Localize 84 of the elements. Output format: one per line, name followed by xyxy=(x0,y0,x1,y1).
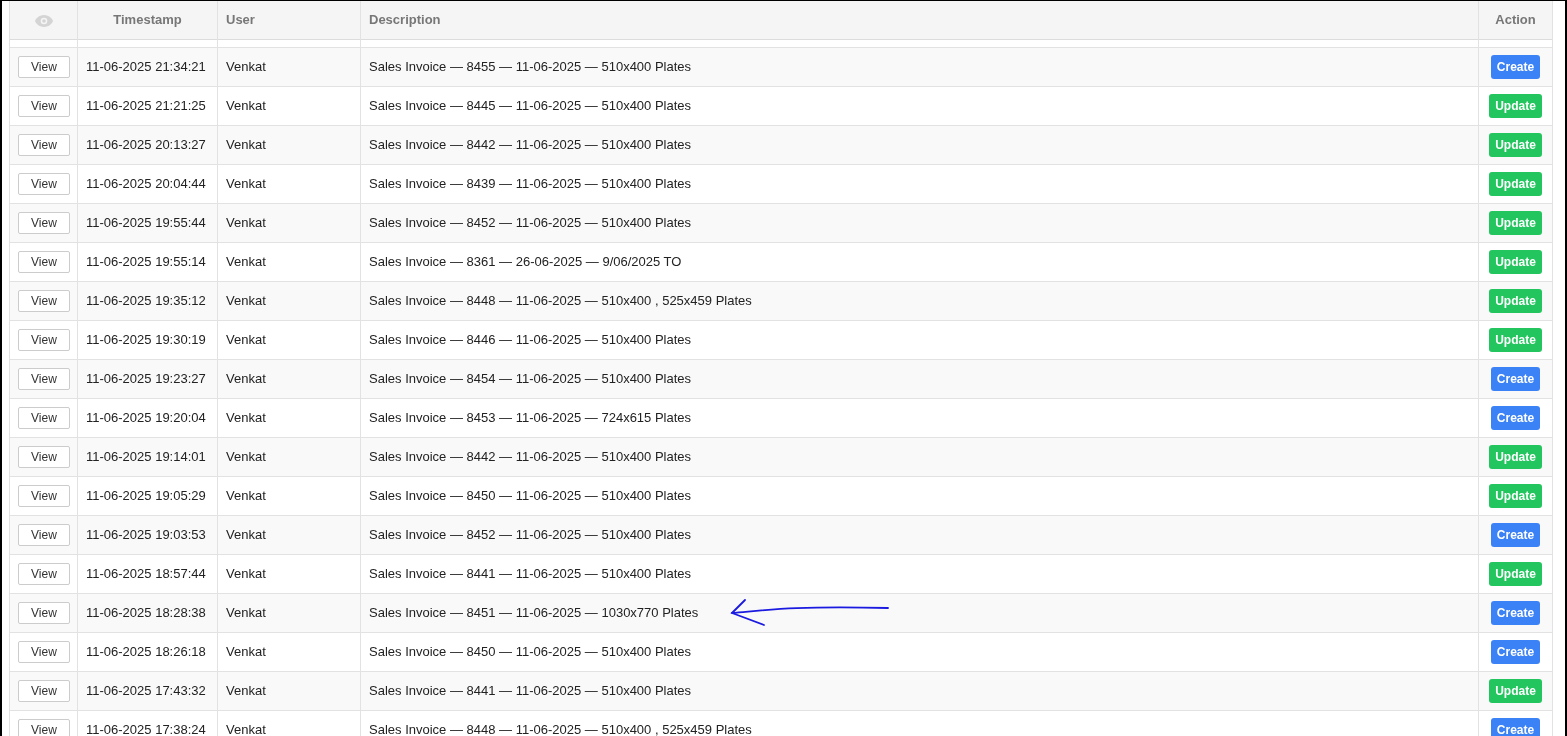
user-name: Venkat xyxy=(226,409,266,425)
timestamp: 11-06-2025 18:26:18 xyxy=(86,643,206,659)
user-name: Venkat xyxy=(226,487,266,503)
description: Sales Invoice — 8442 — 11-06-2025 — 510x400 Plates xyxy=(369,135,692,154)
user-name: Venkat xyxy=(226,643,266,659)
timestamp: 11-06-2025 21:21:25 xyxy=(86,97,206,113)
user-name: Venkat xyxy=(226,526,266,542)
user-name: Venkat xyxy=(226,565,266,581)
column-header: User xyxy=(226,12,255,27)
action-button[interactable]: Create xyxy=(1490,522,1541,547)
user-name: Venkat xyxy=(226,175,266,191)
eye-icon xyxy=(33,13,54,28)
description: Sales Invoice — 8448 — 11-06-2025 — 510x400 , 525x459 Plates xyxy=(369,291,752,310)
description: Sales Invoice — 8450 — 11-06-2025 — 510x400 Plates xyxy=(369,642,692,661)
view-button[interactable]: View xyxy=(18,55,70,78)
description: Sales Invoice — 8441 — 11-06-2025 — 510x400 Plates xyxy=(369,681,692,700)
description: Sales Invoice — 8441 — 11-06-2025 — 510x400 Plates xyxy=(369,564,692,583)
timestamp: 11-06-2025 19:14:01 xyxy=(86,448,206,464)
view-button[interactable]: View xyxy=(18,133,70,156)
description: Sales Invoice — 8450 — 11-06-2025 — 510x400 Plates xyxy=(369,486,692,505)
view-button[interactable]: View xyxy=(18,484,70,507)
view-button[interactable]: View xyxy=(18,250,70,273)
description: Sales Invoice — 8454 — 11-06-2025 — 510x400 Plates xyxy=(369,369,692,388)
view-button[interactable]: View xyxy=(18,562,70,585)
action-button[interactable]: Create xyxy=(1490,54,1541,79)
view-button[interactable]: View xyxy=(18,172,70,195)
view-button[interactable]: View xyxy=(18,640,70,663)
description: Sales Invoice — 8453 — 11-06-2025 — 724x615 Plates xyxy=(369,408,692,427)
column-header: Action xyxy=(1495,12,1536,27)
description: Sales Invoice — 8452 — 11-06-2025 — 510x400 Plates xyxy=(369,525,692,544)
timestamp: 11-06-2025 17:43:32 xyxy=(86,682,206,698)
timestamp: 11-06-2025 19:20:04 xyxy=(86,409,206,425)
description: Sales Invoice — 8361 — 26-06-2025 — 9/06/2025 TO xyxy=(369,252,682,271)
timestamp: 11-06-2025 18:28:38 xyxy=(86,604,206,620)
description: Sales Invoice — 8442 — 11-06-2025 — 510x400 Plates xyxy=(369,447,692,466)
user-name: Venkat xyxy=(226,214,266,230)
timestamp: 11-06-2025 18:57:44 xyxy=(86,565,206,581)
description: Sales Invoice — 8445 — 11-06-2025 — 510x400 Plates xyxy=(369,96,692,115)
description: Sales Invoice — 8452 — 11-06-2025 — 510x400 Plates xyxy=(369,213,692,232)
action-button[interactable]: Create xyxy=(1490,639,1541,664)
action-button[interactable]: Create xyxy=(1490,600,1541,625)
user-name: Venkat xyxy=(226,604,266,620)
user-name: Venkat xyxy=(226,448,266,464)
view-button[interactable]: View xyxy=(18,718,70,736)
user-name: Venkat xyxy=(226,136,266,152)
description: Sales Invoice — 8448 — 11-06-2025 — 510x400 , 525x459 Plates xyxy=(369,720,752,736)
timestamp: 11-06-2025 19:55:44 xyxy=(86,214,206,230)
user-name: Venkat xyxy=(226,370,266,386)
view-button[interactable]: View xyxy=(18,289,70,312)
timestamp: 11-06-2025 19:35:12 xyxy=(86,292,206,308)
description: Sales Invoice — 8439 — 11-06-2025 — 510x400 Plates xyxy=(369,174,692,193)
timestamp: 11-06-2025 17:38:24 xyxy=(86,721,206,736)
timestamp: 11-06-2025 20:13:27 xyxy=(86,136,206,152)
user-name: Venkat xyxy=(226,682,266,698)
user-name: Venkat xyxy=(226,253,266,269)
user-name: Venkat xyxy=(226,331,266,347)
timestamp: 11-06-2025 20:04:44 xyxy=(86,175,206,191)
view-button[interactable]: View xyxy=(18,211,70,234)
user-name: Venkat xyxy=(226,292,266,308)
timestamp: 11-06-2025 19:03:53 xyxy=(86,526,206,542)
description: Sales Invoice — 8451 — 11-06-2025 — 1030x770 Plates xyxy=(369,603,699,622)
timestamp: 11-06-2025 21:34:21 xyxy=(86,58,206,74)
view-button[interactable]: View xyxy=(18,94,70,117)
user-name: Venkat xyxy=(226,97,266,113)
view-button[interactable]: View xyxy=(18,445,70,468)
timestamp: 11-06-2025 19:30:19 xyxy=(86,331,206,347)
user-name: Venkat xyxy=(226,721,266,736)
view-button[interactable]: View xyxy=(18,601,70,624)
user-name: Venkat xyxy=(226,58,266,74)
view-button[interactable]: View xyxy=(18,406,70,429)
action-button[interactable]: Create xyxy=(1490,366,1541,391)
timestamp: 11-06-2025 19:23:27 xyxy=(86,370,206,386)
view-button[interactable]: View xyxy=(18,523,70,546)
timestamp: 11-06-2025 19:05:29 xyxy=(86,487,206,503)
action-button[interactable]: Create xyxy=(1490,405,1541,430)
column-header: Description xyxy=(369,12,441,27)
description: Sales Invoice — 8455 — 11-06-2025 — 510x400 Plates xyxy=(369,57,692,76)
description: Sales Invoice — 8446 — 11-06-2025 — 510x400 Plates xyxy=(369,330,692,349)
view-button[interactable]: View xyxy=(18,328,70,351)
view-button[interactable]: View xyxy=(18,679,70,702)
view-button[interactable]: View xyxy=(18,367,70,390)
column-header: Timestamp xyxy=(113,12,182,27)
action-button[interactable]: Create xyxy=(1490,717,1541,736)
timestamp: 11-06-2025 19:55:14 xyxy=(86,253,206,269)
